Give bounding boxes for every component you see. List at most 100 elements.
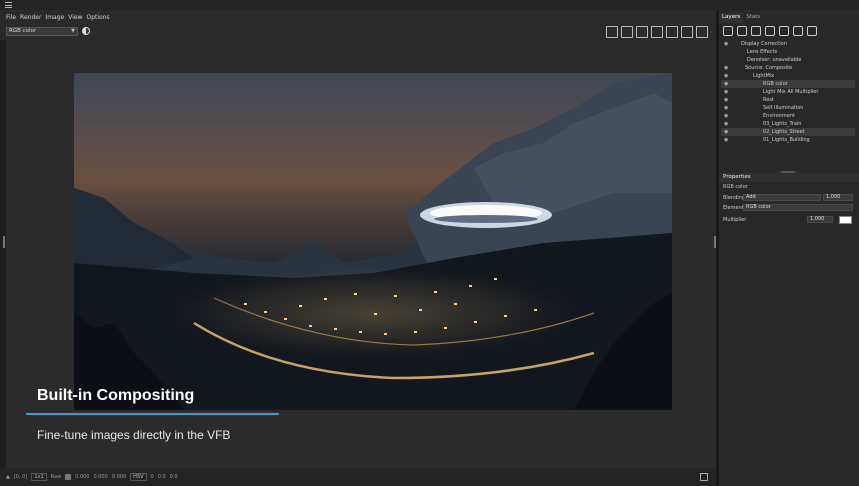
stop-render-icon[interactable] [696, 26, 708, 38]
visibility-eye-icon[interactable]: ◉ [724, 40, 728, 48]
menu-render[interactable]: Render [20, 14, 41, 21]
channel-select[interactable]: RGB color ▼ [6, 27, 78, 36]
pixel-color-swatch [65, 474, 72, 480]
menu-options[interactable]: Options [86, 14, 109, 21]
layer-lights-building[interactable]: ◉ 01_Lights_Building [721, 136, 855, 144]
layer-label: Environment [763, 113, 795, 119]
interactive-render-icon[interactable] [681, 26, 693, 38]
visibility-eye-icon[interactable]: ◉ [724, 136, 728, 144]
console-icon[interactable] [700, 473, 708, 481]
layer-label: Light Mix All Multiplier [763, 89, 819, 95]
channel-select-value: RGB color [9, 28, 37, 34]
layer-denoiser[interactable]: Denoiser: unavailable [721, 56, 855, 64]
menu-view[interactable]: View [68, 14, 82, 21]
layer-environment[interactable]: ◉ Environment [721, 112, 855, 120]
visibility-eye-icon[interactable]: ◉ [724, 104, 728, 112]
layer-lights-train[interactable]: ◉ 03_Lights_Train [721, 120, 855, 128]
layer-rest[interactable]: ◉ Rest [721, 96, 855, 104]
multiplier-input[interactable]: 1.000 [807, 216, 833, 223]
layer-label: RGB color [763, 81, 788, 87]
properties-layer-name: RGB color [723, 184, 748, 190]
properties-header: Properties [719, 173, 859, 182]
layer-label: Denoiser: unavailable [747, 57, 802, 63]
caption-title: Built-in Compositing [37, 387, 195, 404]
visibility-eye-icon[interactable]: ◉ [724, 112, 728, 120]
visibility-eye-icon[interactable]: ◉ [724, 96, 728, 104]
menu-bar: File Render Image View Options [0, 10, 716, 24]
region-render-icon[interactable] [636, 26, 648, 38]
layer-label: Self Illumination [763, 105, 804, 111]
visibility-eye-icon[interactable]: ◉ [724, 64, 728, 72]
color-correction-icon[interactable] [82, 27, 90, 35]
visibility-eye-icon[interactable]: ◉ [724, 120, 728, 128]
hsv-value-s: 0.0 [157, 474, 166, 480]
tab-layers[interactable]: Layers [719, 13, 744, 23]
raw-label: Raw [50, 474, 62, 480]
menu-image[interactable]: Image [45, 14, 64, 21]
menu-file[interactable]: File [6, 14, 16, 21]
blending-row: Blending Add 1.000 [723, 194, 853, 202]
layer-tree: ◉ Display Correction Lens Effects Denois… [721, 40, 855, 168]
chevron-down-icon: ▼ [71, 28, 75, 34]
caption-subtitle: Fine-tune images directly in the VFB [37, 428, 231, 442]
hsv-value-h: 0 [150, 474, 154, 480]
layer-rgb-color[interactable]: ◉ RGB color [721, 80, 855, 88]
layer-lens-effects[interactable]: Lens Effects [721, 48, 855, 56]
save-all-icon[interactable] [621, 26, 633, 38]
raw-value-b: 0.000 [111, 474, 127, 480]
render-icon[interactable] [666, 26, 678, 38]
blending-select[interactable]: Add [743, 194, 821, 201]
blending-label: Blending [723, 195, 745, 201]
raw-value-r: 0.000 [75, 474, 90, 480]
left-panel-handle[interactable] [3, 236, 5, 248]
visibility-eye-icon[interactable]: ◉ [724, 80, 728, 88]
vfb-tool-group [606, 26, 708, 38]
visibility-eye-icon[interactable]: ◉ [724, 72, 728, 80]
list-icon[interactable] [779, 26, 789, 36]
hsv-value-v: 0.0 [169, 474, 178, 480]
multiplier-label: Multiplier [723, 217, 747, 223]
vfb-toolbar: RGB color ▼ [0, 24, 716, 40]
zoom-select[interactable]: 1x1 [31, 473, 47, 481]
status-bar: ▲ [0, 0] 1x1 Raw 0.000 0.000 0.000 HSV 0… [0, 468, 716, 486]
undo-icon[interactable] [793, 26, 803, 36]
pointer-icon[interactable]: ▲ [6, 474, 10, 480]
coords-readout: [0, 0] [13, 474, 28, 480]
layer-lightmix[interactable]: ◉ LightMix [721, 72, 855, 80]
layer-label: 01_Lights_Building [763, 137, 810, 143]
track-mouse-icon[interactable] [651, 26, 663, 38]
element-label: Element [723, 205, 744, 211]
layer-label: Rest [763, 97, 774, 103]
visibility-eye-icon[interactable]: ◉ [724, 88, 728, 96]
multiplier-row: Multiplier 1.000 [723, 216, 853, 224]
save-image-icon[interactable] [606, 26, 618, 38]
layer-label: 03_Lights_Train [763, 121, 802, 127]
blending-amount-input[interactable]: 1.000 [823, 194, 853, 201]
load-layer-icon[interactable] [751, 26, 761, 36]
layer-label: LightMix [753, 73, 775, 79]
element-row: Element RGB color [723, 204, 853, 212]
visibility-eye-icon[interactable]: ◉ [724, 128, 728, 136]
tab-stats[interactable]: Stats [743, 13, 763, 23]
layer-self-illumination[interactable]: ◉ Self Illumination [721, 104, 855, 112]
layer-label: Source: Composite [745, 65, 793, 71]
hamburger-menu-icon[interactable] [5, 2, 12, 8]
title-bar [0, 0, 859, 10]
layer-lights-street[interactable]: ◉ 02_Lights_Street [721, 128, 855, 136]
redo-icon[interactable] [807, 26, 817, 36]
multiplier-color-swatch[interactable] [839, 216, 852, 224]
layer-label: Display Correction [741, 41, 787, 47]
rendered-image [74, 73, 672, 410]
layer-display-correction[interactable]: ◉ Display Correction [721, 40, 855, 48]
save-layer-icon[interactable] [737, 26, 747, 36]
create-layer-icon[interactable] [723, 26, 733, 36]
caption-divider [26, 413, 279, 415]
color-mode-select[interactable]: HSV [130, 473, 147, 481]
raw-value-g: 0.000 [93, 474, 108, 480]
layer-toolbar [723, 26, 817, 36]
history-icon[interactable] [765, 26, 775, 36]
element-select[interactable]: RGB color [743, 204, 853, 211]
layer-source-composite[interactable]: ◉ Source: Composite [721, 64, 855, 72]
rendered-scene [74, 73, 672, 410]
layer-light-mix-all-multiplier[interactable]: ◉ Light Mix All Multiplier [721, 88, 855, 96]
